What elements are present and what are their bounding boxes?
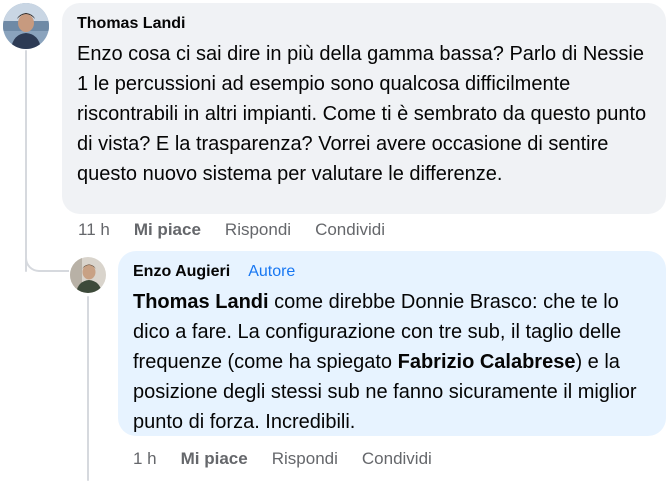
reply-share-button[interactable]: Condividi: [362, 448, 432, 470]
avatar-enzo-augieri[interactable]: [70, 257, 106, 293]
reply-timestamp[interactable]: 1 h: [133, 448, 157, 470]
reply-like-button[interactable]: Mi piace: [181, 448, 248, 470]
thread-connector-line: [25, 50, 27, 272]
comment-reply-button[interactable]: Rispondi: [225, 219, 291, 241]
avatar-thomas-landi[interactable]: [3, 3, 49, 49]
reply-connector-line: [87, 296, 89, 481]
mention-fabrizio-calabrese[interactable]: Fabrizio Calabrese: [398, 351, 576, 373]
comment-text: Enzo cosa ci sai dire in più della gamma…: [77, 43, 647, 185]
comment-author-name[interactable]: Thomas Landi: [77, 13, 185, 35]
reply-reply-button[interactable]: Rispondi: [272, 448, 338, 470]
comment-bubble: Thomas Landi Enzo cosa ci sai dire in pi…: [62, 3, 666, 214]
reply-text: Thomas Landi come direbbe Donnie Brasco:…: [133, 287, 650, 437]
mention-thomas-landi[interactable]: Thomas Landi: [133, 291, 269, 313]
author-badge: Autore: [248, 263, 296, 280]
comment-share-button[interactable]: Condividi: [315, 219, 385, 241]
reply-bubble: Enzo Augieri Autore Thomas Landi come di…: [118, 251, 666, 436]
reply-author-name[interactable]: Enzo Augieri: [133, 261, 230, 283]
profile-photo-icon: [70, 257, 106, 293]
comment-actions: 11 h Mi piace Rispondi Condividi: [78, 219, 409, 241]
comment-like-button[interactable]: Mi piace: [134, 219, 201, 241]
thread-connector-curve: [25, 250, 69, 272]
profile-photo-icon: [3, 3, 49, 49]
reply-actions: 1 h Mi piace Rispondi Condividi: [133, 448, 456, 470]
comment-timestamp[interactable]: 11 h: [78, 219, 110, 241]
